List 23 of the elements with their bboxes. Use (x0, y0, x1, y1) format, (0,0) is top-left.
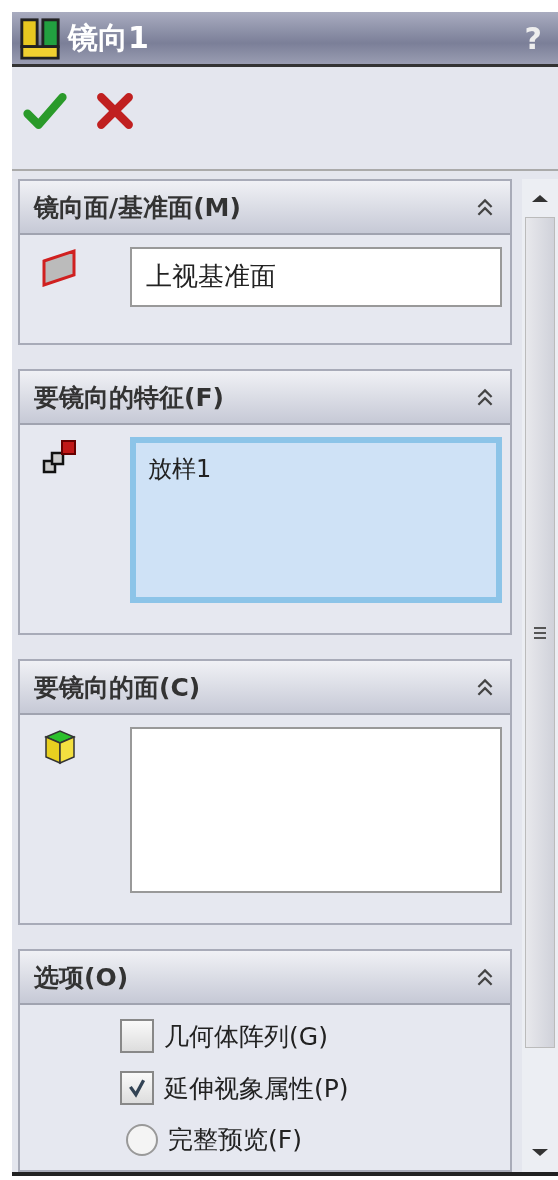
group-header[interactable]: 要镜向的特征(F) (20, 371, 511, 425)
option-label: 延伸视象属性(P) (164, 1072, 349, 1105)
radio-button[interactable] (126, 1123, 158, 1156)
group-header[interactable]: 镜向面/基准面(M) (20, 181, 511, 235)
checkbox[interactable] (120, 1019, 154, 1053)
selection-list[interactable] (130, 727, 502, 893)
group-header[interactable]: 要镜向的面(C) (20, 661, 511, 715)
option-label: 几何体阵列(G) (164, 1020, 328, 1053)
selection-field[interactable]: 上视基准面 (130, 247, 502, 307)
selection-list[interactable]: 放样1 (130, 437, 502, 603)
checkbox[interactable] (120, 1071, 154, 1105)
option-label: 完整预览(F) (168, 1124, 302, 1156)
group-title: 镜向面/基准面(M) (34, 191, 241, 224)
grip-icon (534, 625, 547, 640)
list-item[interactable]: 放样1 (148, 453, 484, 485)
scrollbar[interactable] (522, 179, 558, 1172)
group-title: 要镜向的面(C) (34, 671, 201, 704)
mirror-feature-icon (18, 16, 62, 61)
group-title: 要镜向的特征(F) (34, 381, 224, 414)
group-title: 选项(O) (34, 961, 129, 994)
window-title: 镜向1 (68, 18, 150, 57)
group-header[interactable]: 选项(O) (20, 951, 511, 1005)
scroll-thumb[interactable] (525, 217, 556, 1048)
